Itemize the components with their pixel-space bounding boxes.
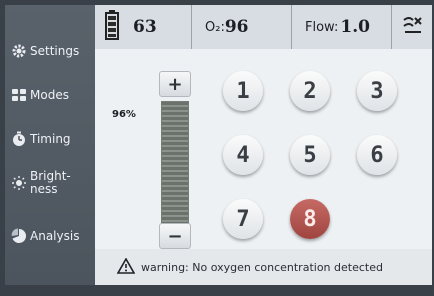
sidebar-item-label: Settings (30, 43, 80, 58)
sidebar-item-timing[interactable]: Timing (5, 118, 95, 160)
number-button-5[interactable]: 5 (290, 135, 330, 175)
grid-icon (11, 87, 27, 103)
sidebar-item-label: Timing (30, 131, 71, 146)
number-button-3[interactable]: 3 (357, 71, 397, 111)
flow-label: Flow: (305, 19, 339, 35)
sidebar-item-label: Modes (30, 87, 69, 102)
sidebar-item-modes[interactable]: Modes (5, 74, 95, 116)
status-bar: 63 O₂: 96 Flow: 1.0 (95, 5, 432, 49)
number-button-2[interactable]: 2 (290, 71, 330, 111)
o2-label: O₂: (205, 19, 225, 35)
number-button-7[interactable]: 7 (223, 199, 263, 239)
sidebar-item-brightness[interactable]: Bright- ness (5, 162, 95, 204)
decrease-button[interactable]: − (159, 223, 191, 249)
level-percent: 96% (112, 109, 136, 120)
number-button-1[interactable]: 1 (223, 71, 263, 111)
flow-off-cell[interactable] (391, 5, 432, 49)
sidebar-item-label: Bright- ness (30, 169, 71, 196)
number-button-6[interactable]: 6 (357, 135, 397, 175)
level-bar[interactable] (161, 101, 189, 231)
sidebar-item-settings[interactable]: Settings (5, 30, 95, 72)
device-screen: Settings Modes Timing Bright- ness Analy… (0, 0, 434, 296)
flow-cell: Flow: 1.0 (291, 5, 392, 49)
chart-icon (11, 228, 27, 244)
gear-icon (11, 43, 27, 59)
warning-text: warning: No oxygen concentration detecte… (141, 260, 383, 274)
warning-icon (116, 256, 136, 277)
o2-value: 96 (224, 17, 249, 37)
flow-value: 1.0 (340, 17, 370, 37)
flow-off-icon (401, 14, 423, 40)
sidebar: Settings Modes Timing Bright- ness Analy… (5, 5, 95, 285)
sidebar-item-analysis[interactable]: Analysis (5, 215, 95, 257)
sun-icon (11, 175, 27, 191)
control-panel: + 96% − 1 2 3 4 5 6 7 8 (95, 49, 432, 249)
battery-icon (105, 10, 119, 44)
battery-cell: 63 (95, 5, 192, 49)
battery-value: 63 (133, 17, 157, 37)
increase-button[interactable]: + (159, 71, 191, 97)
sidebar-item-label: Analysis (30, 228, 80, 243)
number-button-8[interactable]: 8 (290, 199, 330, 239)
o2-cell: O₂: 96 (191, 5, 292, 49)
number-button-4[interactable]: 4 (223, 135, 263, 175)
warning-bar: warning: No oxygen concentration detecte… (95, 249, 432, 285)
timer-icon (11, 131, 27, 147)
main-area: 63 O₂: 96 Flow: 1.0 + 96% − 1 2 3 4 5 6 … (95, 5, 432, 285)
